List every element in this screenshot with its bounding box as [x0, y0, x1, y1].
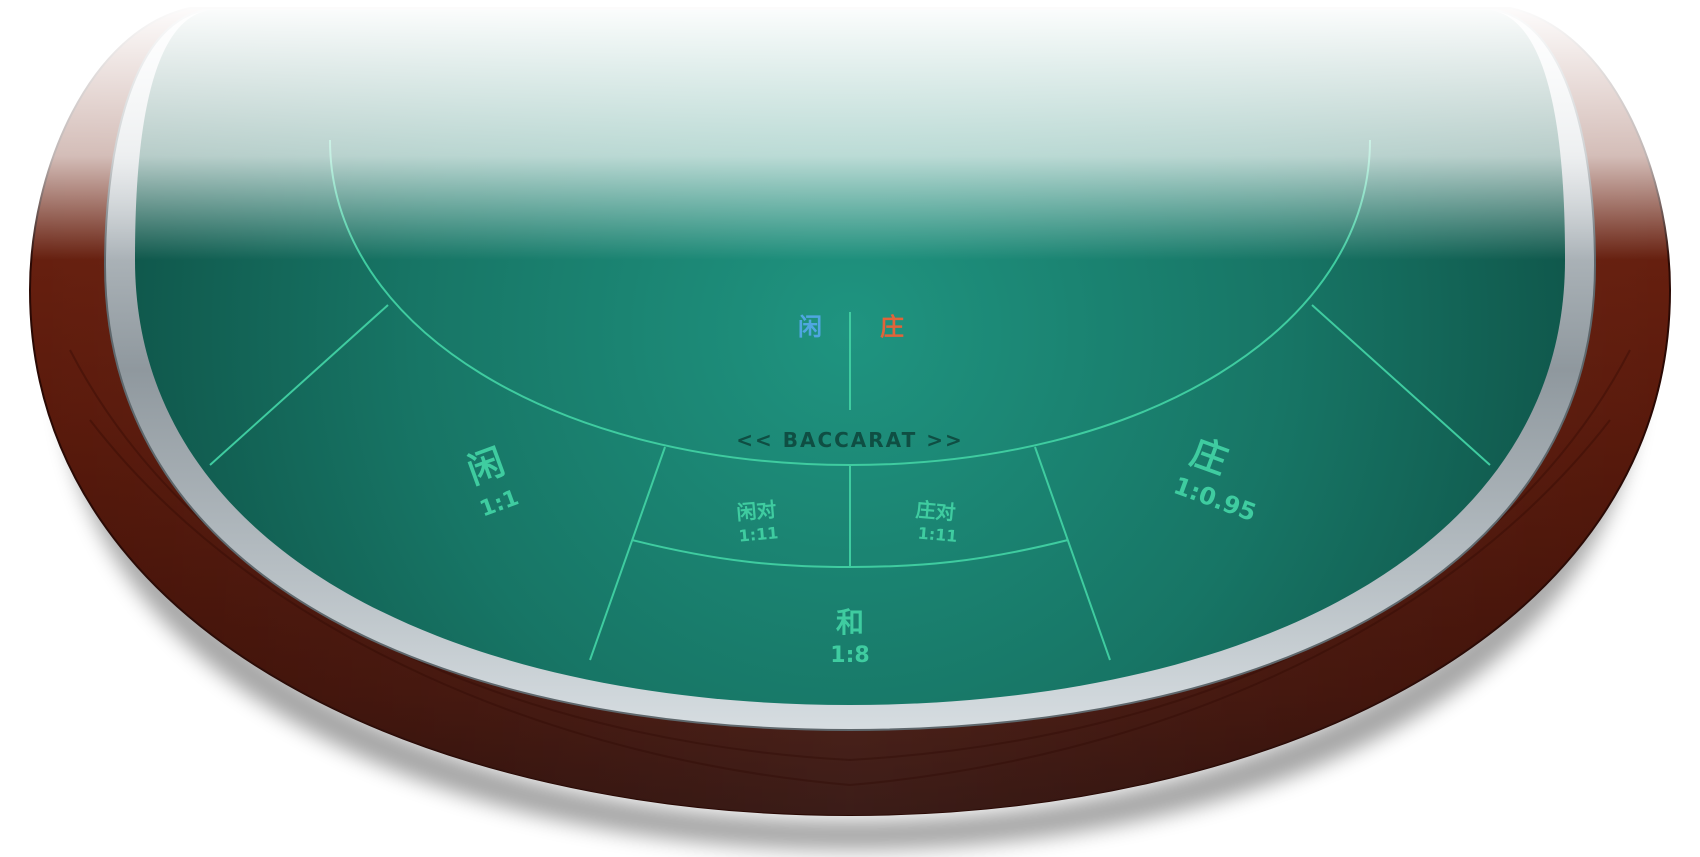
bet-player-pair-odds: 1:11 [738, 523, 779, 545]
table-name: << BACCARAT >> [736, 428, 963, 452]
baccarat-table: 闲 庄 << BACCARAT >> 闲 1:1 庄 1:0.95 闲对 1:1… [0, 0, 1700, 857]
bet-banker-pair-label: 庄对 [915, 497, 957, 524]
table-graphic: 闲 庄 << BACCARAT >> 闲 1:1 庄 1:0.95 闲对 1:1… [0, 0, 1700, 850]
bet-tie-odds: 1:8 [830, 643, 869, 668]
bet-tie-label: 和 [836, 606, 864, 639]
scoreboard-banker-label: 庄 [880, 313, 904, 341]
bet-banker-pair-odds: 1:11 [917, 524, 958, 546]
scoreboard-player-label: 闲 [798, 313, 822, 341]
bet-player-pair-label: 闲对 [735, 497, 777, 524]
